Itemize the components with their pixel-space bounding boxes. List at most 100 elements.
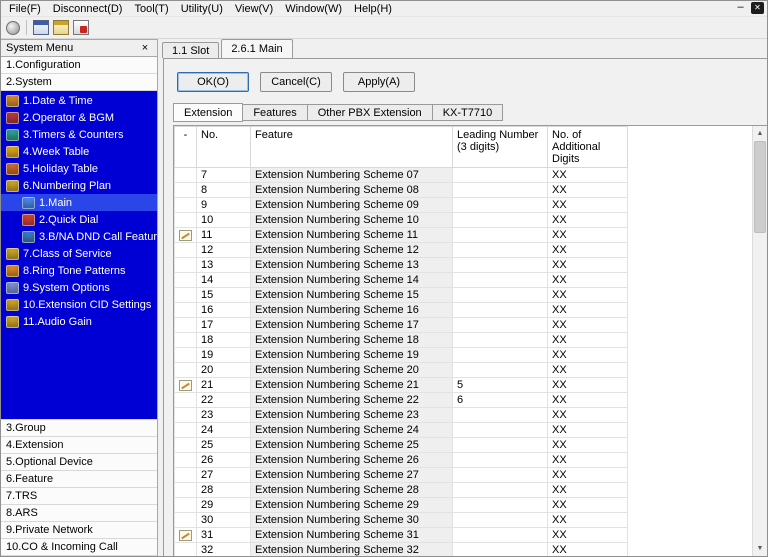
tree-item[interactable]: 10.Extension CID Settings [1, 296, 157, 313]
tree-item[interactable]: 2.Operator & BGM [1, 109, 157, 126]
sub-tab[interactable]: Extension [173, 103, 243, 122]
leading-number-cell[interactable] [453, 198, 548, 213]
leading-number-cell[interactable] [453, 333, 548, 348]
leading-number-cell[interactable] [453, 273, 548, 288]
tree-item[interactable]: 5.Holiday Table [1, 160, 157, 177]
sidebar-item[interactable]: 6.Feature [1, 471, 157, 488]
tree-item[interactable]: 3.B/NA DND Call Feature [1, 228, 157, 245]
tree-item[interactable]: 7.Class of Service [1, 245, 157, 262]
leading-number-cell[interactable] [453, 348, 548, 363]
scroll-up-icon[interactable]: ▲ [753, 126, 767, 141]
additional-digits-cell[interactable]: XX [548, 258, 628, 273]
menu-item[interactable]: Help(H) [348, 2, 398, 16]
menu-item[interactable]: Disconnect(D) [47, 2, 129, 16]
sidebar-item[interactable]: 2.System [1, 74, 157, 91]
console-icon[interactable] [33, 20, 49, 35]
sidebar-item[interactable]: 8.ARS [1, 505, 157, 522]
close-icon[interactable]: ✕ [751, 2, 764, 14]
sub-tab[interactable]: Other PBX Extension [308, 104, 433, 121]
apply-button[interactable]: Apply(A) [343, 72, 415, 92]
window-icon[interactable] [53, 20, 69, 35]
menu-item[interactable]: Window(W) [279, 2, 348, 16]
leading-number-cell[interactable] [453, 183, 548, 198]
leading-number-cell[interactable] [453, 423, 548, 438]
ok-button[interactable]: OK(O) [177, 72, 249, 92]
doc-tab[interactable]: 2.6.1 Main [221, 39, 292, 58]
additional-digits-cell[interactable]: XX [548, 243, 628, 258]
additional-digits-cell[interactable]: XX [548, 228, 628, 243]
additional-digits-cell[interactable]: XX [548, 273, 628, 288]
exit-icon[interactable] [73, 20, 89, 35]
additional-digits-cell[interactable]: XX [548, 528, 628, 543]
additional-digits-cell[interactable]: XX [548, 483, 628, 498]
menu-item[interactable]: File(F) [3, 2, 47, 16]
leading-number-cell[interactable] [453, 543, 548, 557]
scroll-down-icon[interactable]: ▼ [753, 541, 767, 556]
sidebar-item[interactable]: 3.Group [1, 420, 157, 437]
sub-tab[interactable]: KX-T7710 [433, 104, 504, 121]
leading-number-cell[interactable] [453, 168, 548, 183]
tree-item[interactable]: 4.Week Table [1, 143, 157, 160]
additional-digits-cell[interactable]: XX [548, 453, 628, 468]
additional-digits-cell[interactable]: XX [548, 468, 628, 483]
tree-item[interactable]: 9.System Options [1, 279, 157, 296]
menu-item[interactable]: View(V) [229, 2, 279, 16]
additional-digits-cell[interactable]: XX [548, 408, 628, 423]
leading-number-cell[interactable] [453, 438, 548, 453]
additional-digits-cell[interactable]: XX [548, 438, 628, 453]
menu-item[interactable]: Tool(T) [128, 2, 174, 16]
leading-number-cell[interactable] [453, 258, 548, 273]
minimize-icon[interactable]: – [734, 3, 747, 14]
additional-digits-cell[interactable]: XX [548, 498, 628, 513]
additional-digits-cell[interactable]: XX [548, 393, 628, 408]
leading-number-cell[interactable] [453, 498, 548, 513]
leading-number-cell[interactable] [453, 528, 548, 543]
scroll-thumb[interactable] [754, 141, 766, 233]
additional-digits-cell[interactable]: XX [548, 198, 628, 213]
additional-digits-cell[interactable]: XX [548, 333, 628, 348]
tree-item[interactable]: 8.Ring Tone Patterns [1, 262, 157, 279]
additional-digits-cell[interactable]: XX [548, 318, 628, 333]
additional-digits-cell[interactable]: XX [548, 213, 628, 228]
vertical-scrollbar[interactable]: ▲ ▼ [752, 126, 767, 556]
leading-number-cell[interactable]: 6 [453, 393, 548, 408]
tree-item[interactable]: 1.Main [1, 194, 157, 211]
sidebar-item[interactable]: 4.Extension [1, 437, 157, 454]
leading-number-cell[interactable] [453, 363, 548, 378]
sidebar-item[interactable]: 7.TRS [1, 488, 157, 505]
leading-number-cell[interactable] [453, 318, 548, 333]
tree-item[interactable]: 11.Audio Gain [1, 313, 157, 330]
additional-digits-cell[interactable]: XX [548, 378, 628, 393]
leading-number-cell[interactable] [453, 468, 548, 483]
leading-number-cell[interactable] [453, 228, 548, 243]
sidebar-item[interactable]: 5.Optional Device [1, 454, 157, 471]
cancel-button[interactable]: Cancel(C) [260, 72, 332, 92]
additional-digits-cell[interactable]: XX [548, 543, 628, 557]
leading-number-cell[interactable] [453, 483, 548, 498]
additional-digits-cell[interactable]: XX [548, 168, 628, 183]
leading-number-cell[interactable]: 5 [453, 378, 548, 393]
additional-digits-cell[interactable]: XX [548, 513, 628, 528]
tree-item[interactable]: 6.Numbering Plan [1, 177, 157, 194]
additional-digits-cell[interactable]: XX [548, 303, 628, 318]
additional-digits-cell[interactable]: XX [548, 363, 628, 378]
leading-number-cell[interactable] [453, 408, 548, 423]
scroll-track[interactable] [753, 141, 767, 541]
sub-tab[interactable]: Features [243, 104, 307, 121]
connect-status-icon[interactable] [6, 21, 20, 35]
doc-tab[interactable]: 1.1 Slot [162, 42, 219, 58]
tree-item[interactable]: 1.Date & Time [1, 92, 157, 109]
tree-item[interactable]: 3.Timers & Counters [1, 126, 157, 143]
leading-number-cell[interactable] [453, 303, 548, 318]
sidebar-item[interactable]: 9.Private Network [1, 522, 157, 539]
tree-item[interactable]: 2.Quick Dial [1, 211, 157, 228]
leading-number-cell[interactable] [453, 243, 548, 258]
leading-number-cell[interactable] [453, 288, 548, 303]
leading-number-cell[interactable] [453, 213, 548, 228]
additional-digits-cell[interactable]: XX [548, 288, 628, 303]
leading-number-cell[interactable] [453, 513, 548, 528]
leading-number-cell[interactable] [453, 453, 548, 468]
additional-digits-cell[interactable]: XX [548, 423, 628, 438]
menu-item[interactable]: Utility(U) [175, 2, 229, 16]
sidebar-close-icon[interactable]: × [138, 42, 152, 54]
